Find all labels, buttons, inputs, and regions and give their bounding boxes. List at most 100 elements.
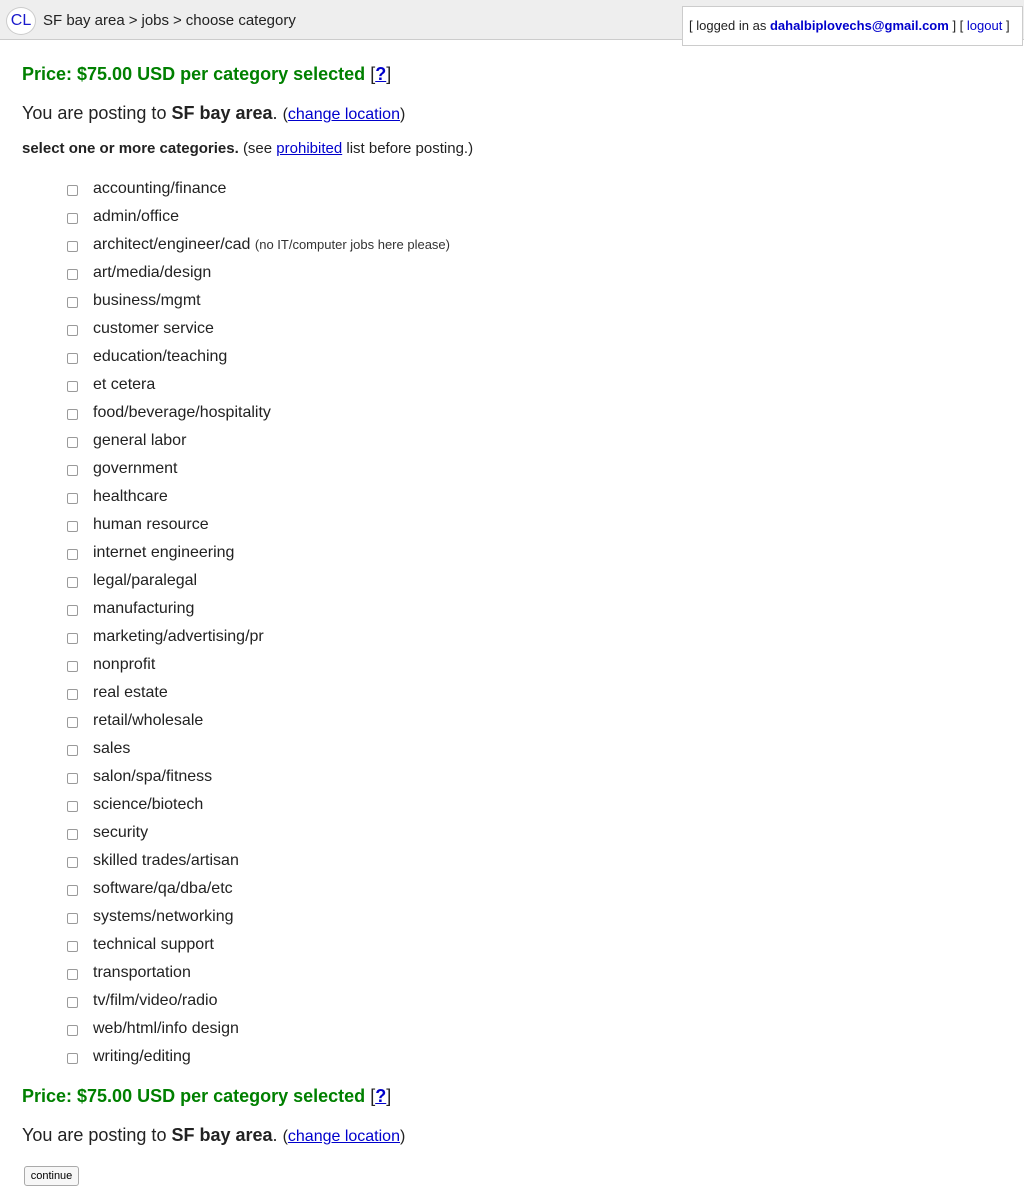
category-label[interactable]: science/biotech xyxy=(93,796,203,814)
category-row[interactable]: art/media/design xyxy=(0,259,1024,287)
category-label[interactable]: writing/editing xyxy=(93,1048,191,1066)
category-checkbox[interactable] xyxy=(67,885,78,896)
category-row[interactable]: customer service xyxy=(0,315,1024,343)
category-checkbox[interactable] xyxy=(67,1053,78,1064)
category-row[interactable]: transportation xyxy=(0,959,1024,987)
category-checkbox[interactable] xyxy=(67,549,78,560)
category-label[interactable]: software/qa/dba/etc xyxy=(93,880,233,898)
category-row[interactable]: general labor xyxy=(0,427,1024,455)
category-checkbox[interactable] xyxy=(67,521,78,532)
category-checkbox[interactable] xyxy=(67,801,78,812)
category-row[interactable]: salon/spa/fitness xyxy=(0,763,1024,791)
category-checkbox[interactable] xyxy=(67,269,78,280)
category-label[interactable]: real estate xyxy=(93,684,168,702)
category-row[interactable]: food/beverage/hospitality xyxy=(0,399,1024,427)
category-checkbox[interactable] xyxy=(67,437,78,448)
category-label[interactable]: business/mgmt xyxy=(93,292,201,310)
category-checkbox[interactable] xyxy=(67,185,78,196)
category-label[interactable]: tv/film/video/radio xyxy=(93,992,218,1010)
category-row[interactable]: tv/film/video/radio xyxy=(0,987,1024,1015)
category-row[interactable]: skilled trades/artisan xyxy=(0,847,1024,875)
category-label[interactable]: security xyxy=(93,824,148,842)
category-label[interactable]: legal/paralegal xyxy=(93,572,197,590)
category-checkbox[interactable] xyxy=(67,745,78,756)
category-label[interactable]: general labor xyxy=(93,432,186,450)
category-label[interactable]: accounting/finance xyxy=(93,180,226,198)
prohibited-link[interactable]: prohibited xyxy=(276,140,342,157)
category-checkbox[interactable] xyxy=(67,969,78,980)
category-checkbox[interactable] xyxy=(67,941,78,952)
category-label[interactable]: human resource xyxy=(93,516,209,534)
category-row[interactable]: real estate xyxy=(0,679,1024,707)
continue-button[interactable]: continue xyxy=(24,1166,79,1186)
category-row[interactable]: et cetera xyxy=(0,371,1024,399)
breadcrumb-jobs[interactable]: jobs xyxy=(141,12,169,29)
category-row[interactable]: government xyxy=(0,455,1024,483)
category-label[interactable]: admin/office xyxy=(93,208,179,226)
category-row[interactable]: security xyxy=(0,819,1024,847)
category-label[interactable]: education/teaching xyxy=(93,348,227,366)
change-location-link[interactable]: change location xyxy=(288,106,400,123)
category-checkbox[interactable] xyxy=(67,857,78,868)
category-label[interactable]: manufacturing xyxy=(93,600,194,618)
category-label[interactable]: art/media/design xyxy=(93,264,211,282)
breadcrumb-area[interactable]: SF bay area xyxy=(43,12,125,29)
category-row[interactable]: admin/office xyxy=(0,203,1024,231)
category-label[interactable]: web/html/info design xyxy=(93,1020,239,1038)
category-checkbox[interactable] xyxy=(67,353,78,364)
category-label[interactable]: et cetera xyxy=(93,376,155,394)
change-location-link[interactable]: change location xyxy=(288,1128,400,1145)
category-checkbox[interactable] xyxy=(67,829,78,840)
category-label[interactable]: skilled trades/artisan xyxy=(93,852,239,870)
category-row[interactable]: systems/networking xyxy=(0,903,1024,931)
category-row[interactable]: sales xyxy=(0,735,1024,763)
category-row[interactable]: architect/engineer/cad (no IT/computer j… xyxy=(0,231,1024,259)
category-row[interactable]: writing/editing xyxy=(0,1043,1024,1071)
category-checkbox[interactable] xyxy=(67,717,78,728)
category-checkbox[interactable] xyxy=(67,297,78,308)
category-label[interactable]: government xyxy=(93,460,178,478)
category-row[interactable]: accounting/finance xyxy=(0,175,1024,203)
category-label[interactable]: architect/engineer/cad (no IT/computer j… xyxy=(93,236,450,254)
category-checkbox[interactable] xyxy=(67,213,78,224)
category-label[interactable]: internet engineering xyxy=(93,544,234,562)
category-checkbox[interactable] xyxy=(67,997,78,1008)
category-row[interactable]: healthcare xyxy=(0,483,1024,511)
category-checkbox[interactable] xyxy=(67,1025,78,1036)
category-checkbox[interactable] xyxy=(67,633,78,644)
category-checkbox[interactable] xyxy=(67,661,78,672)
price-help-link[interactable]: ? xyxy=(375,64,386,84)
category-row[interactable]: legal/paralegal xyxy=(0,567,1024,595)
category-row[interactable]: retail/wholesale xyxy=(0,707,1024,735)
category-row[interactable]: nonprofit xyxy=(0,651,1024,679)
category-label[interactable]: technical support xyxy=(93,936,214,954)
category-checkbox[interactable] xyxy=(67,381,78,392)
category-row[interactable]: technical support xyxy=(0,931,1024,959)
category-row[interactable]: internet engineering xyxy=(0,539,1024,567)
category-row[interactable]: education/teaching xyxy=(0,343,1024,371)
category-label[interactable]: salon/spa/fitness xyxy=(93,768,212,786)
craigslist-logo[interactable]: CL xyxy=(6,7,36,35)
price-help-link[interactable]: ? xyxy=(375,1086,386,1106)
category-label[interactable]: transportation xyxy=(93,964,191,982)
category-checkbox[interactable] xyxy=(67,577,78,588)
category-row[interactable]: marketing/advertising/pr xyxy=(0,623,1024,651)
category-row[interactable]: human resource xyxy=(0,511,1024,539)
category-checkbox[interactable] xyxy=(67,241,78,252)
category-label[interactable]: customer service xyxy=(93,320,214,338)
category-checkbox[interactable] xyxy=(67,773,78,784)
category-label[interactable]: retail/wholesale xyxy=(93,712,203,730)
logout-link[interactable]: logout xyxy=(967,18,1002,33)
category-label[interactable]: sales xyxy=(93,740,130,758)
category-checkbox[interactable] xyxy=(67,465,78,476)
category-label[interactable]: nonprofit xyxy=(93,656,155,674)
category-row[interactable]: manufacturing xyxy=(0,595,1024,623)
category-checkbox[interactable] xyxy=(67,913,78,924)
category-label[interactable]: marketing/advertising/pr xyxy=(93,628,264,646)
category-checkbox[interactable] xyxy=(67,325,78,336)
account-email-link[interactable]: dahalbiplovechs@gmail.com xyxy=(770,18,949,33)
category-label[interactable]: healthcare xyxy=(93,488,168,506)
category-row[interactable]: science/biotech xyxy=(0,791,1024,819)
category-label[interactable]: systems/networking xyxy=(93,908,234,926)
category-label[interactable]: food/beverage/hospitality xyxy=(93,404,271,422)
